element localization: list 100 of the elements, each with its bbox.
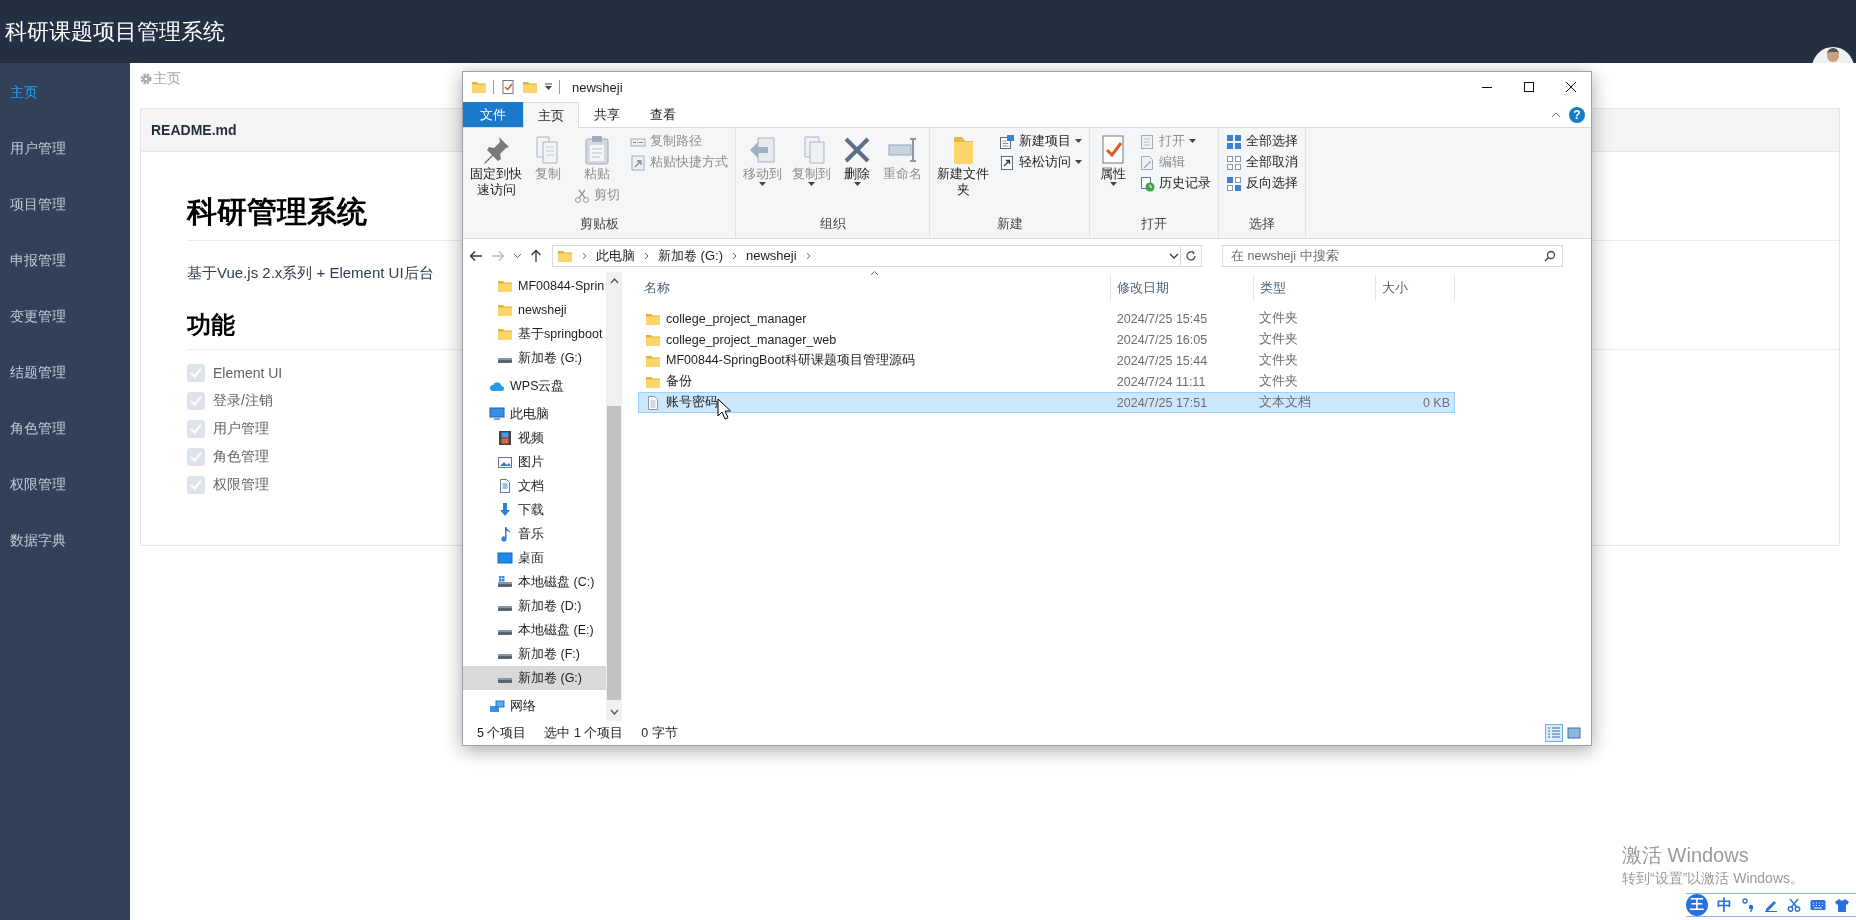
nav-item[interactable]: 网络 — [463, 694, 606, 718]
nav-item[interactable]: 此电脑 — [463, 402, 606, 426]
column-header[interactable]: 名称 — [638, 275, 1111, 301]
properties-icon[interactable] — [500, 79, 516, 95]
sidebar-item[interactable]: 数据字典 — [0, 513, 130, 569]
refresh-icon[interactable] — [1184, 248, 1198, 263]
nav-item[interactable]: 文档 — [463, 474, 606, 498]
file-type: 文件夹 — [1258, 352, 1300, 369]
scissors-icon[interactable] — [1787, 898, 1801, 912]
scrollbar[interactable] — [606, 272, 622, 721]
nav-item[interactable]: 下载 — [463, 498, 606, 522]
sidebar-item[interactable]: 角色管理 — [0, 401, 130, 457]
input-mode-toggle[interactable]: 中 — [1717, 895, 1732, 915]
breadcrumb-item[interactable]: 此电脑 — [596, 246, 635, 265]
column-header[interactable]: 类型 — [1254, 275, 1376, 301]
file-menu-button[interactable]: 文件 — [463, 102, 523, 127]
ribbon-tab[interactable]: 主页 — [523, 102, 579, 128]
up-icon[interactable] — [530, 248, 542, 263]
breadcrumb-item[interactable]: 新加卷 (G:) — [658, 246, 723, 265]
nav-item[interactable]: 新加卷 (F:) — [463, 642, 606, 666]
file-type: 文本文档 — [1258, 394, 1313, 411]
file-row[interactable]: 备份 2024/7/24 11:11 文件夹 — [638, 371, 1455, 392]
column-header[interactable]: 大小 — [1376, 275, 1455, 301]
drive-icon — [497, 574, 513, 590]
sidebar-item[interactable]: 主页 — [0, 65, 130, 121]
ribbon-button[interactable]: 全部取消 — [1223, 153, 1301, 172]
back-icon[interactable] — [469, 249, 483, 262]
nav-item[interactable]: 桌面 — [463, 546, 606, 570]
address-bar[interactable]: 此电脑 新加卷 (G:) newsheji — [552, 244, 1202, 267]
caret-icon — [1109, 182, 1117, 187]
ribbon-button[interactable]: 反向选择 — [1223, 174, 1301, 193]
checklist-label: Element UI — [213, 365, 283, 381]
ribbon-button[interactable]: 新建项目 — [996, 132, 1085, 151]
status-text: 5 个项目 — [477, 724, 527, 742]
nav-item[interactable]: 视频 — [463, 426, 606, 450]
text-file-icon — [645, 394, 661, 411]
chevron-right-icon[interactable] — [731, 251, 738, 260]
file-name: 备份 — [666, 373, 692, 390]
nav-item[interactable]: WPS云盘 — [463, 374, 606, 398]
drive-icon — [497, 357, 513, 364]
ribbon-button[interactable]: 历史记录 — [1136, 174, 1214, 193]
nav-item[interactable]: 本地磁盘 (C:) — [463, 570, 606, 594]
sidebar-item[interactable]: 变更管理 — [0, 289, 130, 345]
checklist-label: 角色管理 — [213, 448, 269, 466]
group-label: 新建 — [995, 216, 1024, 233]
pen-icon[interactable] — [1764, 898, 1778, 912]
nav-item[interactable]: 音乐 — [463, 522, 606, 546]
file-row[interactable]: MF00844-SpringBoot科研课题项目管理源码 2024/7/25 15:44 文件夹 — [638, 350, 1455, 371]
file-row[interactable]: college_project_manager 2024/7/25 15:45 文件夹 — [638, 308, 1455, 329]
desktop-icon — [497, 550, 513, 566]
sidebar-item[interactable]: 结题管理 — [0, 345, 130, 401]
search-field[interactable]: 在 newsheji 中搜索 — [1222, 244, 1563, 267]
drive-icon — [497, 629, 513, 636]
input-method-logo[interactable]: 王 — [1686, 894, 1708, 916]
nav-item[interactable]: MF00844-Sprin — [463, 274, 606, 298]
chevron-right-icon[interactable] — [643, 251, 650, 260]
file-name: college_project_manager_web — [666, 332, 837, 347]
close-icon[interactable] — [1565, 81, 1577, 93]
column-header[interactable]: 修改日期 — [1111, 275, 1254, 301]
caret-icon — [759, 182, 766, 187]
search-icon[interactable] — [1544, 249, 1556, 262]
chevron-right-icon[interactable] — [804, 251, 812, 260]
sidebar-item[interactable]: 申报管理 — [0, 233, 130, 289]
nav-item[interactable]: 新加卷 (D:) — [463, 594, 606, 618]
ribbon-button[interactable]: 轻松访问 — [996, 153, 1085, 172]
drive-icon — [497, 677, 513, 684]
chevron-up-icon[interactable] — [1551, 110, 1561, 119]
avatar-icon — [1811, 46, 1856, 63]
punctuation-icon[interactable] — [1741, 898, 1755, 912]
history-icon — [1139, 175, 1155, 192]
ribbon-button[interactable]: 全部选择 — [1223, 132, 1301, 151]
shirt-icon[interactable] — [1835, 898, 1849, 912]
file-date: 2024/7/25 17:51 — [1115, 395, 1209, 410]
folder-icon — [497, 302, 513, 318]
chevron-right-icon[interactable] — [581, 251, 588, 260]
open-icon — [1139, 133, 1155, 150]
file-name: MF00844-SpringBoot科研课题项目管理源码 — [666, 352, 915, 369]
file-date: 2024/7/25 15:45 — [1115, 311, 1209, 326]
sidebar-item[interactable]: 用户管理 — [0, 121, 130, 177]
nav-item[interactable]: 本地磁盘 (E:) — [463, 618, 606, 642]
file-row[interactable]: college_project_manager_web 2024/7/25 16:05 文件夹 — [638, 329, 1455, 350]
maximize-icon[interactable] — [1523, 81, 1535, 93]
nav-item[interactable]: 基于springboot — [463, 322, 606, 346]
nav-item[interactable]: 图片 — [463, 450, 606, 474]
activation-message: 转到“设置”以激活 Windows。 — [1622, 869, 1804, 888]
caret-icon — [808, 182, 815, 187]
help-button[interactable]: ? — [1569, 106, 1585, 123]
large-icons-view-button[interactable] — [1565, 724, 1583, 742]
sidebar-item[interactable]: 项目管理 — [0, 177, 130, 233]
breadcrumb-item[interactable]: newsheji — [746, 248, 797, 263]
nav-item[interactable]: 新加卷 (G:) — [463, 666, 606, 690]
sidebar-item[interactable]: 权限管理 — [0, 457, 130, 513]
keyboard-icon[interactable] — [1810, 899, 1826, 911]
scrollbar-thumb[interactable] — [607, 406, 621, 700]
file-type: 文件夹 — [1258, 373, 1300, 390]
activation-title: 激活 Windows — [1622, 843, 1750, 868]
select-none-icon — [1226, 154, 1242, 171]
file-size: 0 KB — [1421, 395, 1451, 410]
caret-icon[interactable] — [544, 83, 553, 91]
chevron-down-icon[interactable] — [513, 252, 522, 259]
